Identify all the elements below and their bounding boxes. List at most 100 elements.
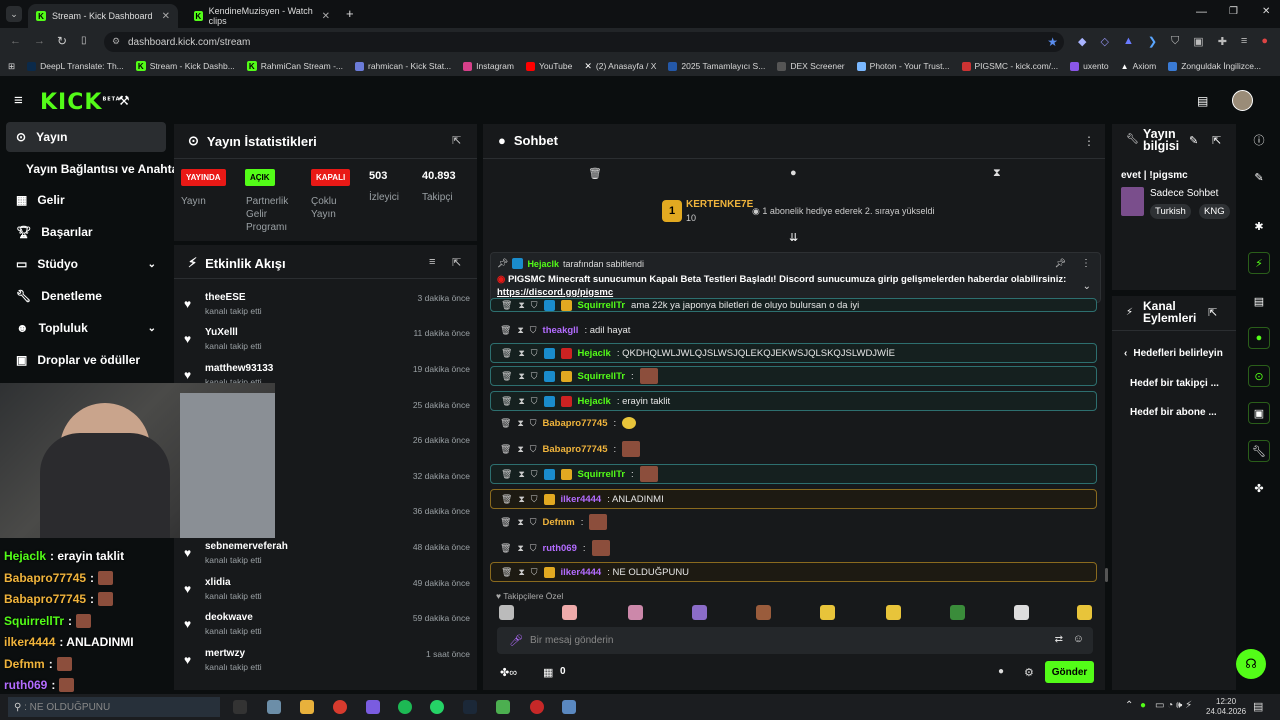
trash-icon[interactable]: 🗑︎ [500, 418, 511, 429]
bolt-icon[interactable]: ⚡︎ [1248, 252, 1270, 274]
close-tab-icon[interactable]: ✕ [322, 11, 330, 22]
mic-icon[interactable]: 🎤︎ [509, 634, 523, 647]
chat-username[interactable]: ilker4444 [561, 567, 602, 578]
dashboard-icon[interactable]: ▤ [1197, 94, 1208, 108]
points-icon[interactable]: ▦ [543, 666, 553, 679]
timeout-icon[interactable]: ⧗ [518, 494, 524, 505]
ban-icon[interactable]: ⛉ [531, 494, 538, 505]
app-icon[interactable] [530, 700, 544, 714]
trash-icon[interactable]: 🗑︎ [500, 543, 511, 554]
sub-goal-item[interactable]: Hedef bir abone ... [1130, 407, 1217, 418]
tag-pill[interactable]: Turkish [1150, 204, 1191, 219]
whatsapp-icon[interactable] [430, 700, 444, 714]
settings-gear-icon[interactable]: ⚙ [1024, 666, 1034, 679]
chat-username[interactable]: SquirrellTr [578, 469, 626, 480]
emote-icon[interactable] [562, 605, 577, 620]
tray-chevron-icon[interactable]: ⌃ [1125, 700, 1133, 711]
ban-icon[interactable]: ⛉ [530, 418, 537, 429]
emote-icon[interactable] [886, 605, 901, 620]
bug-icon[interactable]: ✱ [1248, 215, 1270, 237]
ban-icon[interactable]: ⛉ [531, 300, 538, 311]
app-icon[interactable] [562, 700, 576, 714]
extension-icon[interactable]: ◇ [1100, 35, 1108, 48]
emoji-icon[interactable]: ☺ [1073, 633, 1084, 645]
notification-icon[interactable]: ▤ [1253, 700, 1263, 713]
chat-scrollbar[interactable] [1105, 568, 1108, 582]
ban-icon[interactable]: ⛉ [531, 396, 538, 407]
chevron-down-icon[interactable]: ⌄ [1083, 281, 1091, 292]
chat-message[interactable]: 🗑︎ ⧗ ⛉ ilker4444: ANLADINMI [490, 489, 1097, 509]
emote-icon[interactable] [499, 605, 514, 620]
category-thumbnail[interactable] [1121, 187, 1144, 216]
minimize-button[interactable]: — [1196, 6, 1207, 18]
tab-clips[interactable]: K KendineMuzisyen - Watch clips ✕ [186, 4, 338, 28]
chat-username[interactable]: ruth069 [543, 543, 577, 554]
event-user[interactable]: sebnemerveferah [205, 541, 288, 552]
chat-message[interactable]: 🗑︎ ⧗ ⛉ ruth069: [490, 538, 1097, 558]
new-tab-button[interactable]: + [346, 6, 354, 21]
discord-link[interactable]: https://discord.gg/pigsmc [497, 287, 613, 298]
ban-icon[interactable]: ⛉ [531, 567, 538, 578]
event-user[interactable]: xlidia [205, 577, 231, 588]
event-user[interactable]: deokwave [205, 612, 253, 623]
chat-bubble-icon[interactable]: ● [998, 666, 1004, 677]
timeout-icon[interactable]: ⧗ [518, 469, 524, 480]
popout-icon[interactable]: ⇱ [1208, 306, 1217, 319]
obs-icon[interactable] [366, 700, 380, 714]
bookmark-item[interactable]: DEX Screener [771, 61, 850, 71]
bookmark-item[interactable]: Instagram [457, 61, 520, 71]
document-icon[interactable]: ▤ [1248, 290, 1270, 312]
sidebar-item-stream-key[interactable]: Yayın Bağlantısı ve Anahtarı [6, 154, 186, 184]
event-user[interactable]: theeESE [205, 292, 246, 303]
chat-mode-icon[interactable]: ● [790, 167, 797, 179]
timeout-icon[interactable]: ⧗ [517, 543, 523, 554]
unpin-icon[interactable]: 📌︎ [1055, 258, 1066, 269]
bookmark-item[interactable]: PIGSMC - kick.com/... [956, 61, 1065, 71]
close-tab-icon[interactable]: ✕ [162, 11, 170, 22]
event-user[interactable]: YuXelll [205, 327, 238, 338]
chat-input[interactable]: 🎤︎ Bir mesaj gönderin ⇄ ☺ [497, 627, 1093, 654]
bookmark-star-icon[interactable]: ★ [1047, 35, 1058, 49]
sidepanel-icon[interactable]: ▯ [81, 35, 87, 46]
shield-icon[interactable]: ⛉ [1171, 35, 1179, 48]
layout-icon[interactable]: ▣ [1248, 402, 1270, 424]
bookmark-item[interactable]: Photon - Your Trust... [851, 61, 956, 71]
media-icon[interactable]: ≡ [1241, 35, 1247, 48]
tab-search-button[interactable]: ⌄ [6, 6, 22, 22]
bookmark-item[interactable]: ▲ Axiom [1115, 61, 1163, 71]
event-user[interactable]: matthew93133 [205, 363, 273, 374]
site-info-icon[interactable]: ⚙ [112, 36, 120, 47]
chat-message[interactable]: 🗑︎ ⧗ ⛉ Hejaclk: erayin taklit [490, 391, 1097, 411]
trash-icon[interactable]: 🗑︎ [500, 517, 511, 528]
bookmark-item[interactable]: rahmican - Kick Stat... [349, 61, 457, 71]
emote-icon[interactable] [628, 605, 643, 620]
file-explorer-icon[interactable] [300, 700, 314, 714]
trash-icon[interactable]: 🗑︎ [500, 444, 511, 455]
url-field[interactable]: ⚙ dashboard.kick.com/stream ★ [104, 32, 1064, 52]
stream-category[interactable]: Sadece Sohbet [1150, 188, 1218, 199]
infinity-icon[interactable]: ✤∞ [500, 666, 517, 679]
bookmark-item[interactable]: uxento [1064, 61, 1115, 71]
hamburger-menu-icon[interactable]: ≡ [14, 92, 23, 109]
timeout-icon[interactable]: ⧗ [518, 396, 524, 407]
event-user[interactable]: mertwzy [205, 648, 245, 659]
ban-icon[interactable]: ⛉ [530, 543, 537, 554]
back-icon[interactable]: ← [10, 35, 21, 47]
timeout-icon[interactable]: ⧗ [518, 371, 524, 382]
hammer-icon[interactable]: ⚒ [118, 93, 130, 109]
forward-icon[interactable]: → [34, 35, 45, 47]
trash-icon[interactable]: 🗑︎ [501, 494, 512, 505]
cluster-icon[interactable]: ✤ [1248, 477, 1270, 499]
timeout-icon[interactable]: ⧗ [517, 517, 523, 528]
bookmark-item[interactable]: YouTube [520, 61, 578, 71]
ban-icon[interactable]: ⛉ [530, 517, 537, 528]
chat-message[interactable]: 🗑︎ ⧗ ⛉ SquirrellTr: [490, 464, 1097, 484]
extension-icon[interactable]: ◆ [1078, 35, 1086, 48]
extension-icon[interactable]: ▣ [1193, 35, 1203, 48]
sidebar-item-denetleme[interactable]: 🔧︎ Denetleme [6, 281, 166, 311]
chat-username[interactable]: Hejaclk [578, 396, 611, 407]
chat-username[interactable]: ilker4444 [561, 494, 602, 505]
follower-goal-item[interactable]: Hedef bir takipçi ... [1130, 378, 1219, 389]
support-headset-icon[interactable]: ☊ [1236, 649, 1266, 679]
minecraft-icon[interactable] [496, 700, 510, 714]
